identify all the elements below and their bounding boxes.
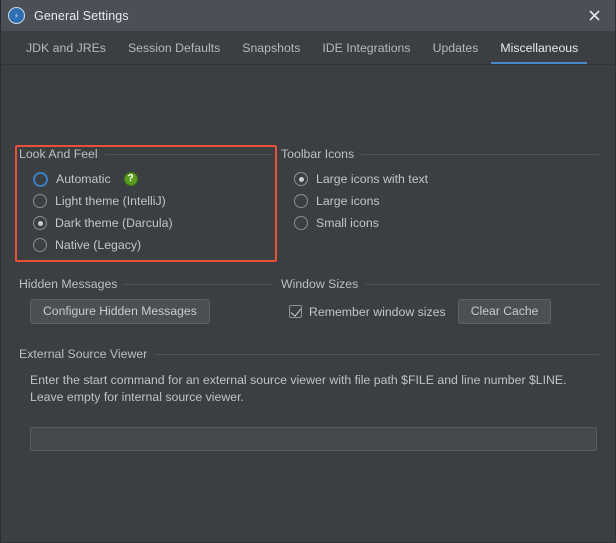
group-label: Window Sizes	[281, 277, 359, 291]
checkbox-label: Remember window sizes	[309, 304, 446, 319]
general-settings-dialog: General Settings JDK and JREs Session De…	[0, 0, 616, 543]
radio-indicator	[294, 216, 308, 230]
radio-look-and-feel-automatic[interactable]: Automatic ?	[33, 168, 273, 190]
radio-toolbar-large-icons-with-text[interactable]: Large icons with text	[294, 168, 599, 190]
window-sizes-group: Window Sizes Remember window sizes Clear…	[281, 277, 599, 324]
look-and-feel-group-title: Look And Feel	[19, 147, 273, 161]
radio-toolbar-small-icons[interactable]: Small icons	[294, 212, 599, 234]
tab-label: Miscellaneous	[500, 40, 579, 55]
window-sizes-group-title: Window Sizes	[281, 277, 599, 291]
look-and-feel-group: Look And Feel Automatic ? Light theme (I…	[19, 147, 273, 256]
radio-label: Automatic	[56, 172, 111, 186]
tab-snapshots[interactable]: Snapshots	[231, 31, 311, 64]
tab-jdk-and-jres[interactable]: JDK and JREs	[15, 31, 117, 64]
group-divider	[154, 353, 599, 355]
tab-label: Updates	[432, 40, 479, 55]
group-divider	[365, 283, 599, 285]
radio-indicator	[33, 171, 48, 187]
radio-toolbar-large-icons[interactable]: Large icons	[294, 190, 599, 212]
group-label: Look And Feel	[19, 147, 98, 161]
radio-label: Dark theme (Darcula)	[55, 216, 173, 230]
radio-label: Native (Legacy)	[55, 238, 142, 252]
radio-indicator	[294, 172, 308, 186]
group-label: Toolbar Icons	[281, 147, 355, 161]
toolbar-icons-group: Toolbar Icons Large icons with text Larg…	[281, 147, 599, 234]
tab-session-defaults[interactable]: Session Defaults	[117, 31, 231, 64]
group-divider	[104, 153, 273, 155]
radio-label: Large icons with text	[316, 172, 429, 186]
group-divider	[361, 153, 599, 155]
radio-indicator	[33, 194, 47, 208]
hidden-messages-group: Hidden Messages Configure Hidden Message…	[19, 277, 273, 324]
window-title: General Settings	[34, 8, 129, 23]
group-divider	[124, 283, 273, 285]
remember-window-sizes-checkbox[interactable]: Remember window sizes	[289, 305, 446, 319]
radio-indicator	[33, 238, 47, 252]
radio-label: Light theme (IntelliJ)	[55, 194, 166, 208]
title-bar: General Settings	[1, 0, 615, 31]
external-source-viewer-description: Enter the start command for an external …	[30, 373, 567, 404]
close-icon[interactable]	[573, 0, 615, 31]
radio-indicator	[294, 194, 308, 208]
tab-updates[interactable]: Updates	[422, 31, 490, 64]
configure-hidden-messages-button[interactable]: Configure Hidden Messages	[30, 299, 210, 324]
checkbox-indicator	[289, 305, 302, 318]
settings-tab-bar: JDK and JREs Session Defaults Snapshots …	[1, 31, 615, 65]
help-question-icon[interactable]: ?	[123, 172, 138, 186]
external-source-viewer-group: External Source Viewer Enter the start c…	[19, 347, 599, 451]
radio-look-and-feel-native-legacy[interactable]: Native (Legacy)	[33, 234, 273, 256]
radio-indicator	[33, 216, 47, 230]
group-label: Hidden Messages	[19, 277, 118, 291]
radio-label: Large icons	[316, 194, 380, 208]
jprofiler-logo-icon	[8, 7, 25, 24]
tab-label: Session Defaults	[127, 40, 221, 55]
radio-look-and-feel-light-theme[interactable]: Light theme (IntelliJ)	[33, 190, 273, 212]
tab-label: JDK and JREs	[26, 40, 106, 55]
clear-cache-button[interactable]: Clear Cache	[457, 299, 552, 324]
tab-label: IDE Integrations	[322, 40, 411, 55]
external-source-viewer-command-input[interactable]	[30, 427, 597, 451]
tab-miscellaneous[interactable]: Miscellaneous	[489, 31, 589, 64]
hidden-messages-group-title: Hidden Messages	[19, 277, 273, 291]
radio-label: Small icons	[316, 216, 379, 230]
group-label: External Source Viewer	[19, 347, 148, 361]
radio-look-and-feel-dark-theme[interactable]: Dark theme (Darcula)	[33, 212, 273, 234]
tab-label: Snapshots	[242, 40, 301, 55]
toolbar-icons-group-title: Toolbar Icons	[281, 147, 599, 161]
external-source-viewer-group-title: External Source Viewer	[19, 347, 599, 361]
tab-ide-integrations[interactable]: IDE Integrations	[311, 31, 421, 64]
